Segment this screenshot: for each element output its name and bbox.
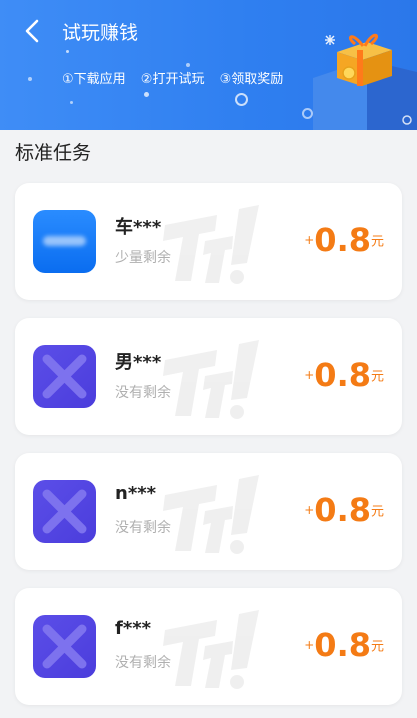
reward-value: 0.8: [314, 626, 371, 664]
step-reward: ③领取奖励: [219, 72, 284, 87]
reward-unit: 元: [370, 639, 384, 655]
reward-unit: 元: [370, 504, 384, 520]
reward-plus: +: [304, 233, 315, 247]
placeholder-x-icon: [33, 345, 96, 408]
sparkle-dot: [186, 63, 190, 67]
task-name: 车***: [115, 217, 162, 238]
sparkle-dot: [144, 92, 149, 97]
task-status: 没有剩余: [115, 655, 171, 671]
blurred-app-icon: [33, 210, 96, 273]
back-button[interactable]: [18, 16, 48, 46]
task-name: 男***: [115, 352, 162, 373]
reward-amount: +0.8元: [304, 221, 384, 259]
reward-value: 0.8: [314, 491, 371, 529]
reward-plus: +: [304, 368, 315, 382]
placeholder-x-icon: [33, 480, 96, 543]
x-icon: [42, 489, 87, 534]
section-title: 标准任务: [15, 142, 92, 164]
task-status: 少量剩余: [115, 250, 171, 266]
step-download: ①下载应用: [62, 72, 126, 87]
task-status: 没有剩余: [115, 385, 171, 401]
task-name: n***: [115, 483, 157, 504]
x-icon: [42, 354, 87, 399]
placeholder-x-icon: [33, 615, 96, 678]
reward-unit: 元: [370, 369, 384, 385]
watermark-logo: [163, 205, 259, 284]
watermark-logo: [163, 610, 259, 689]
task-name: f***: [115, 618, 152, 639]
step-open: ②打开试玩: [140, 72, 205, 87]
reward-value: 0.8: [314, 221, 371, 259]
reward-plus: +: [304, 503, 315, 517]
reward-value: 0.8: [314, 356, 371, 394]
blurred-logo: [43, 236, 86, 246]
sparkle-dot: [66, 50, 69, 53]
sparkle-dot: [70, 101, 73, 104]
steps-row: ①下载应用 ②打开试玩 ③领取奖励: [62, 68, 294, 87]
page-title: 试玩赚钱: [62, 22, 139, 44]
watermark-logo: [163, 340, 259, 419]
header: 试玩赚钱 ①下载应用 ②打开试玩 ③领取奖励: [0, 0, 417, 130]
reward-amount: +0.8元: [304, 356, 384, 394]
ring-dot: [235, 93, 248, 106]
reward-unit: 元: [370, 234, 384, 250]
x-icon: [42, 624, 87, 669]
sparkle-dot: [28, 77, 32, 81]
reward-amount: +0.8元: [304, 491, 384, 529]
watermark-logo: [163, 475, 259, 554]
task-card[interactable]: 男*** 没有剩余 +0.8元: [15, 318, 402, 435]
task-card[interactable]: 车*** 少量剩余 +0.8元: [15, 183, 402, 300]
task-card[interactable]: n*** 没有剩余 +0.8元: [15, 453, 402, 570]
gift-box-illustration: [313, 33, 417, 130]
reward-amount: +0.8元: [304, 626, 384, 664]
task-card[interactable]: f*** 没有剩余 +0.8元: [15, 588, 402, 705]
task-status: 没有剩余: [115, 520, 171, 536]
chevron-left-icon: [25, 19, 39, 43]
reward-plus: +: [304, 638, 315, 652]
